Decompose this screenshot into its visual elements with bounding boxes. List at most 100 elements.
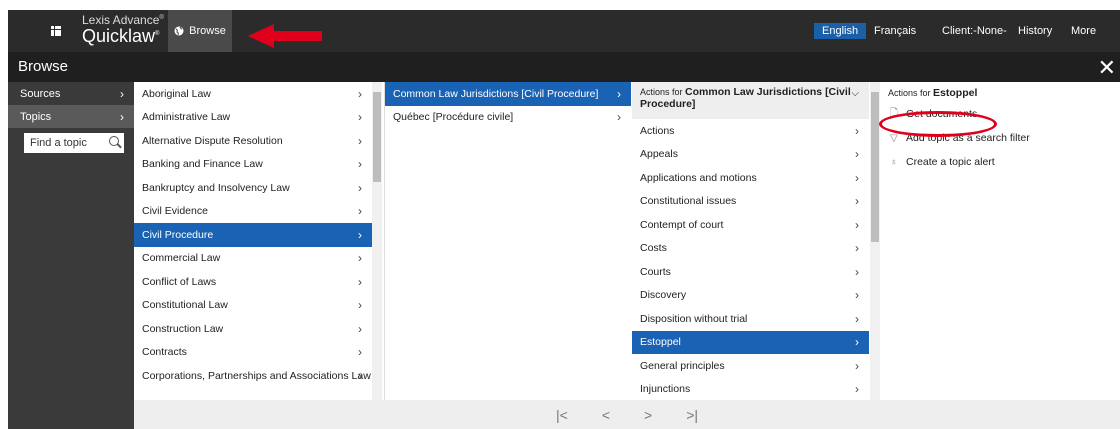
topic-label: Construction Law (142, 322, 224, 335)
subtopic-label: Injunctions (640, 383, 691, 396)
subtopic-label: Contempt of court (640, 218, 724, 231)
left-nav: Sources › Topics › Find a topic (8, 82, 134, 429)
chevron-right-icon: › (358, 110, 362, 125)
topic-label: Constitutional Law (142, 299, 228, 312)
chevron-right-icon: › (120, 86, 124, 101)
nav-sources[interactable]: Sources › (8, 82, 134, 105)
subtopic-label: Applications and motions (640, 171, 757, 184)
client-menu[interactable]: Client:-None- (942, 25, 1007, 37)
subtopic-item-selected[interactable]: Estoppel › (632, 330, 869, 354)
nav-topics-label: Topics (20, 110, 52, 123)
subtopic-label: General principles (640, 359, 725, 372)
topic-item[interactable]: Constitutional Law › (134, 294, 372, 318)
topic-item[interactable]: Banking and Finance Law › (134, 153, 372, 177)
topic-label: Conflict of Laws (142, 275, 217, 288)
pager-last-button[interactable]: >| (680, 407, 704, 423)
topic-item[interactable]: Corporations, Partnerships and Associati… (134, 364, 372, 388)
actions-header-prefix: Actions for (888, 88, 931, 98)
topic-item-selected[interactable]: Civil Procedure › (134, 223, 372, 247)
jurisdiction-label: Québec [Procédure civile] (393, 111, 514, 124)
lang-french-button[interactable]: Français (874, 25, 916, 37)
top-bar: Lexis Advance® Quicklaw® Browse English … (8, 10, 1120, 52)
topic-item[interactable]: Contracts › (134, 341, 372, 365)
subtopic-item[interactable]: Contempt of court › (632, 213, 869, 237)
scrollbar-thumb[interactable] (871, 92, 879, 242)
actions-header: Actions for Estoppel (882, 82, 1120, 102)
topic-item[interactable]: Construction Law › (134, 317, 372, 341)
topic-label: Contracts (142, 346, 187, 359)
scrollbar-thumb[interactable] (373, 92, 381, 182)
chevron-right-icon: › (358, 298, 362, 313)
chevron-down-icon[interactable]: ⌵ (851, 88, 859, 99)
chevron-right-icon: › (358, 251, 362, 266)
apps-grid-button[interactable] (34, 10, 78, 52)
chevron-right-icon: › (855, 264, 859, 279)
chevron-right-icon: › (358, 157, 362, 172)
brand-line2: Quicklaw (82, 26, 156, 46)
grid-icon (51, 26, 61, 36)
jurisdiction-item-selected[interactable]: Common Law Jurisdictions [Civil Procedur… (385, 82, 631, 106)
topic-item[interactable]: Civil Evidence › (134, 200, 372, 224)
red-arrow-annotation (248, 24, 322, 48)
subtopic-item[interactable]: Applications and motions › (632, 166, 869, 190)
pager-prev-button[interactable]: < (596, 407, 616, 423)
jurisdiction-label: Common Law Jurisdictions [Civil Procedur… (393, 87, 599, 100)
subtopic-item[interactable]: Constitutional issues › (632, 190, 869, 214)
pager-first-button[interactable]: |< (550, 407, 574, 423)
jurisdictions-column: Common Law Jurisdictions [Civil Procedur… (384, 82, 631, 400)
topic-label: Administrative Law (142, 111, 231, 124)
topics-scrollbar[interactable] (372, 82, 382, 400)
find-topic-input[interactable]: Find a topic (24, 133, 124, 153)
subtopic-item[interactable]: Courts › (632, 260, 869, 284)
subtopic-label: Disposition without trial (640, 312, 748, 325)
actions-header-name: Estoppel (933, 87, 978, 99)
topic-label: Civil Evidence (142, 205, 208, 218)
subtopic-item[interactable]: Injunctions › (632, 378, 869, 401)
subtopic-item[interactable]: Discovery › (632, 284, 869, 308)
browse-button[interactable]: Browse (168, 10, 232, 52)
chevron-right-icon: › (358, 86, 362, 101)
chevron-right-icon: › (358, 321, 362, 336)
subtopic-item[interactable]: Costs › (632, 237, 869, 261)
app-frame: Lexis Advance® Quicklaw® Browse English … (8, 10, 1120, 429)
subtopic-label: Costs (640, 242, 667, 255)
close-icon[interactable]: ✕ (1098, 55, 1116, 81)
subtopic-label: Appeals (640, 148, 678, 161)
chevron-right-icon: › (855, 382, 859, 397)
history-menu[interactable]: History (1018, 25, 1052, 37)
subtopic-item[interactable]: General principles › (632, 354, 869, 378)
subtopics-header[interactable]: Actions for Common Law Jurisdictions [Ci… (632, 82, 869, 119)
subtopics-header-prefix: Actions for (640, 87, 683, 97)
subtopic-item[interactable]: Actions › (632, 119, 869, 143)
action-label: Create a topic alert (906, 156, 995, 168)
chevron-right-icon: › (358, 180, 362, 195)
chevron-right-icon: › (358, 227, 362, 242)
chevron-right-icon: › (358, 345, 362, 360)
topics-column: Aboriginal Law › Administrative Law › Alte… (134, 82, 372, 400)
more-menu[interactable]: More (1071, 25, 1096, 37)
lang-english-button[interactable]: English (814, 23, 867, 39)
nav-topics[interactable]: Topics › (8, 105, 134, 128)
pager-next-button[interactable]: > (638, 407, 658, 423)
topic-item[interactable]: Aboriginal Law › (134, 82, 372, 106)
topic-item[interactable]: Alternative Dispute Resolution › (134, 129, 372, 153)
chevron-right-icon: › (855, 217, 859, 232)
subtopic-item[interactable]: Disposition without trial › (632, 307, 869, 331)
chevron-right-icon: › (855, 311, 859, 326)
topic-item[interactable]: Commercial Law › (134, 247, 372, 271)
topic-label: Bankruptcy and Insolvency Law (142, 181, 290, 194)
brand-logo[interactable]: Lexis Advance® Quicklaw® (82, 14, 164, 45)
globe-icon (174, 26, 184, 36)
brand-line1: Lexis Advance (82, 13, 160, 27)
subtopic-item[interactable]: Appeals › (632, 143, 869, 167)
chevron-right-icon: › (120, 109, 124, 124)
topic-item[interactable]: Administrative Law › (134, 106, 372, 130)
jurisdiction-item[interactable]: Québec [Procédure civile] › (385, 106, 631, 130)
chevron-right-icon: › (617, 110, 621, 125)
subtopics-scrollbar[interactable] (870, 82, 880, 400)
search-icon[interactable] (109, 136, 119, 146)
topic-item[interactable]: Bankruptcy and Insolvency Law › (134, 176, 372, 200)
browse-title: Browse (18, 58, 69, 75)
topic-item[interactable]: Conflict of Laws › (134, 270, 372, 294)
create-alert-action[interactable]: ♁ Create a topic alert (882, 150, 1120, 174)
